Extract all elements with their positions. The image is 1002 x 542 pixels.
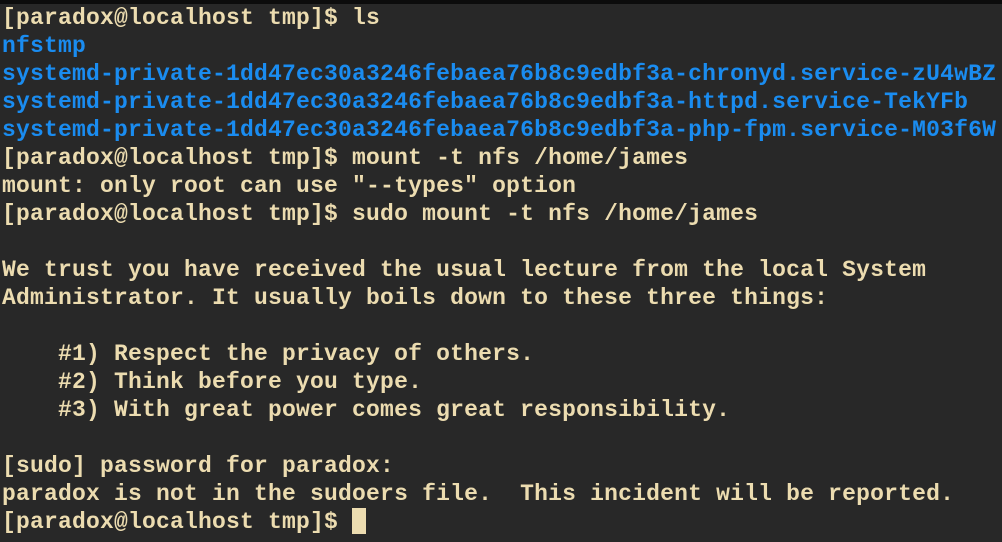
- terminal-output-line: #3) With great power comes great respons…: [2, 397, 731, 423]
- terminal-command-line: [paradox@localhost tmp]$ ls: [2, 5, 381, 31]
- terminal-command-line: [paradox@localhost tmp]$ sudo mount -t n…: [2, 201, 759, 227]
- directory-entry: systemd-private-1dd47ec30a3246febaea76b8…: [2, 89, 969, 115]
- directory-entry: nfstmp: [2, 33, 87, 59]
- terminal-output-line: #2) Think before you type.: [2, 369, 423, 395]
- prompt-text: [paradox@localhost tmp]$: [2, 509, 339, 535]
- terminal-output-line: Administrator. It usually boils down to …: [2, 285, 829, 311]
- terminal-command-line: [paradox@localhost tmp]$ mount -t nfs /h…: [2, 145, 689, 171]
- terminal-output-line: #1) Respect the privacy of others.: [2, 341, 535, 367]
- directory-entry: systemd-private-1dd47ec30a3246febaea76b8…: [2, 117, 997, 143]
- terminal-output-line: mount: only root can use "--types" optio…: [2, 173, 577, 199]
- directory-entry: systemd-private-1dd47ec30a3246febaea76b8…: [2, 61, 997, 87]
- text-cursor: [352, 508, 367, 534]
- terminal-output-line: We trust you have received the usual lec…: [2, 257, 927, 283]
- terminal-output[interactable]: [paradox@localhost tmp]$ ls nfstmp systemd…: [2, 4, 996, 536]
- active-prompt-line[interactable]: [paradox@localhost tmp]$: [2, 508, 996, 536]
- terminal-output-line: [sudo] password for paradox:: [2, 453, 395, 479]
- terminal-output-line: paradox is not in the sudoers file. This…: [2, 481, 955, 507]
